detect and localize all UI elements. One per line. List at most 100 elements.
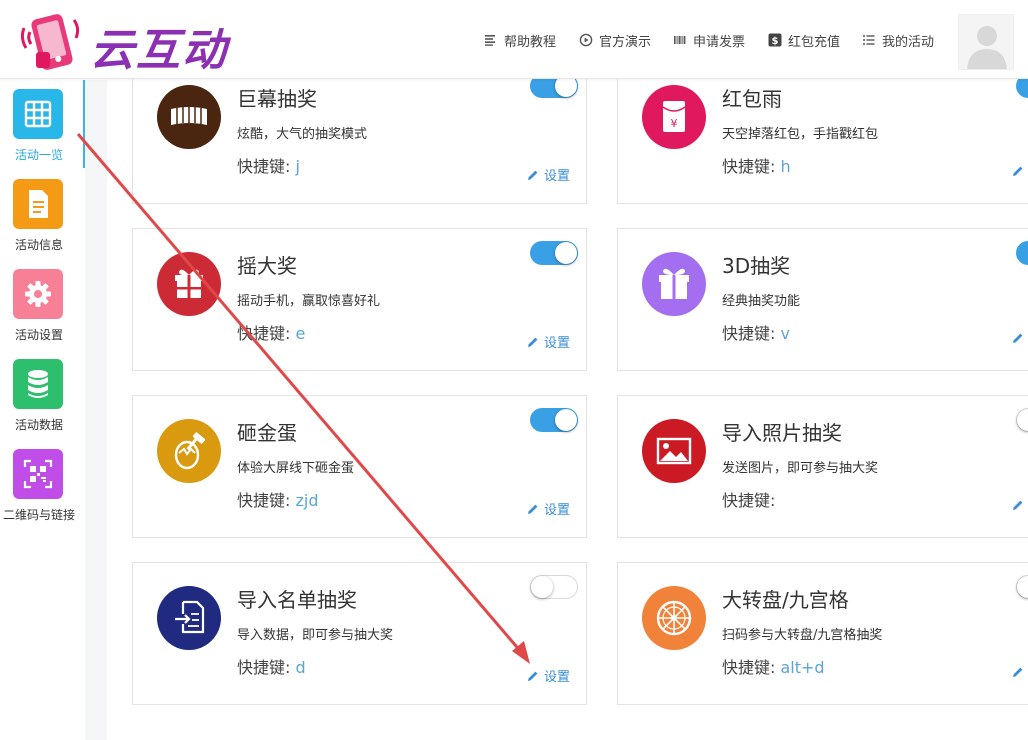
enable-toggle[interactable] (1016, 241, 1028, 265)
nav-recharge[interactable]: $ 红包充值 (768, 30, 840, 50)
activity-card-giant-screen[interactable]: 巨幕抽奖 炫酷，大气的抽奖模式 快捷键: j 设置 (132, 61, 587, 204)
activity-description: 天空掉落红包，手指戳红包 (722, 127, 879, 142)
nav-demo[interactable]: 官方演示 (579, 30, 651, 50)
activity-description: 导入数据，即可参与抽大奖 (237, 628, 394, 643)
activity-card-shake[interactable]: 摇大奖 摇动手机，赢取惊喜好礼 快捷键: e 设置 (132, 228, 587, 371)
settings-link[interactable] (1012, 165, 1028, 177)
toggle-knob (1017, 576, 1028, 598)
nav-invoice-label: 申请发票 (693, 34, 746, 50)
sidebar-item-label: 活动一览 (14, 148, 63, 162)
hotkey-label: 快捷键: (722, 491, 776, 510)
activity-description: 经典抽奖功能 (722, 294, 801, 309)
hotkey-label: 快捷键: (237, 491, 291, 510)
toggle-knob (1017, 409, 1028, 431)
hotkey-value: h (780, 157, 791, 176)
hotkey-value: d (295, 658, 306, 677)
settings-label: 设置 (544, 670, 571, 685)
activity-card-red-envelope-rain[interactable]: ¥ 红包雨 天空掉落红包，手指戳红包 快捷键: h (617, 61, 1028, 204)
hotkey-row: 快捷键: d (237, 654, 306, 678)
activity-description: 发送图片，即可参与抽大奖 (722, 461, 879, 476)
toggle-knob (555, 409, 577, 431)
red-envelope-icon: ¥ (662, 101, 686, 132)
activity-description: 摇动手机，赢取惊喜好礼 (237, 294, 381, 309)
play-circle-icon (579, 33, 593, 47)
settings-link[interactable]: 设置 (527, 499, 570, 518)
activity-title: 砸金蛋 (237, 421, 297, 445)
pencil-icon (1013, 166, 1023, 176)
activity-card-photo-lottery[interactable]: 导入照片抽奖 发送图片，即可参与抽大奖 快捷键: (617, 395, 1028, 538)
settings-label: 设置 (544, 169, 571, 184)
hotkey-row: 快捷键: h (722, 153, 791, 177)
import-list-icon (175, 600, 205, 634)
sidebar-item-info[interactable]: 活动信息 (0, 170, 85, 258)
hotkey-row: 快捷键: (722, 487, 775, 511)
user-avatar-icon (967, 26, 1007, 69)
photo-icon (656, 437, 692, 465)
pencil-icon (528, 337, 538, 347)
settings-link[interactable] (1012, 666, 1028, 678)
sidebar-item-settings[interactable]: 活动设置 (0, 260, 85, 348)
sidebar-item-data[interactable]: 活动数据 (0, 350, 85, 438)
sidebar-gutter (85, 80, 107, 740)
activity-card-3d-lottery[interactable]: 3D抽奖 经典抽奖功能 快捷键: v (617, 228, 1028, 371)
enable-toggle[interactable] (530, 408, 578, 432)
gift-icon (175, 269, 203, 298)
activity-title: 红包雨 (722, 87, 782, 111)
top-header: 云互动 帮助教程 官方演示 申请发票 $ 红包充值 我的活动 (0, 0, 1028, 79)
hotkey-label: 快捷键: (237, 157, 291, 176)
activity-title: 导入照片抽奖 (722, 421, 842, 445)
avatar[interactable] (958, 14, 1014, 70)
activity-icon-circle (642, 252, 706, 316)
activity-icon-circle (157, 85, 221, 149)
hotkey-value: j (295, 157, 300, 176)
sidebar-item-qrcode[interactable]: 二维码与链接 (0, 440, 85, 528)
sidebar-item-label: 活动信息 (14, 238, 63, 252)
pencil-icon (528, 170, 538, 180)
hotkey-row: 快捷键: v (722, 320, 790, 344)
hotkey-value: zjd (295, 491, 319, 510)
activity-card-import-list[interactable]: 导入名单抽奖 导入数据，即可参与抽大奖 快捷键: d 设置 (132, 562, 587, 705)
nav-recharge-label: 红包充值 (788, 34, 841, 50)
gift-box-icon (659, 268, 689, 299)
hotkey-label: 快捷键: (722, 157, 776, 176)
pencil-icon (528, 671, 538, 681)
barcode-icon (674, 36, 686, 44)
settings-link[interactable]: 设置 (527, 165, 570, 184)
sidebar-tile (13, 449, 63, 499)
settings-label: 设置 (544, 336, 571, 351)
activity-card-golden-egg[interactable]: 砸金蛋 体验大屏线下砸金蛋 快捷键: zjd 设置 (132, 395, 587, 538)
sidebar-tile (13, 89, 63, 139)
toggle-knob (555, 242, 577, 264)
enable-toggle[interactable] (530, 241, 578, 265)
settings-link[interactable] (1012, 332, 1028, 344)
activity-grid: 巨幕抽奖 炫酷，大气的抽奖模式 快捷键: j 设置 ¥ 红包雨 天空掉落红包，手… (107, 61, 1028, 740)
activity-title: 巨幕抽奖 (237, 87, 317, 111)
nav-my-activity[interactable]: 我的活动 (862, 30, 934, 50)
nav-demo-label: 官方演示 (599, 34, 652, 50)
sidebar-tile (13, 269, 63, 319)
enable-toggle[interactable] (1016, 408, 1028, 432)
nav-invoice[interactable]: 申请发票 (673, 30, 745, 50)
settings-link[interactable]: 设置 (527, 332, 570, 351)
enable-toggle[interactable] (1016, 575, 1028, 599)
sidebar-item-label: 二维码与链接 (2, 508, 75, 522)
nav-help[interactable]: 帮助教程 (484, 30, 556, 50)
logo-text: 云互动 (90, 25, 228, 76)
sidebar: 活动一览 活动信息 活动设置 活动数据 二维码与链接 (0, 80, 85, 740)
settings-link[interactable] (1012, 499, 1028, 511)
hotkey-row: 快捷键: e (237, 320, 305, 344)
sidebar-item-overview[interactable]: 活动一览 (0, 80, 85, 168)
settings-link[interactable]: 设置 (527, 666, 570, 685)
activity-icon-circle (642, 419, 706, 483)
enable-toggle[interactable] (530, 575, 578, 599)
dollar-icon: $ (768, 33, 782, 47)
svg-text:$: $ (772, 36, 779, 47)
app-logo[interactable]: 云互动 (14, 6, 264, 76)
bullet-list-icon (863, 35, 875, 45)
grid-icon (24, 100, 52, 128)
activity-description: 炫酷，大气的抽奖模式 (237, 127, 368, 142)
activity-card-wheel[interactable]: 大转盘/九宫格 扫码参与大转盘/九宫格抽奖 快捷键: alt+d (617, 562, 1028, 705)
activity-title: 导入名单抽奖 (237, 588, 357, 612)
wheel-icon (656, 600, 692, 636)
list-icon (485, 35, 495, 46)
